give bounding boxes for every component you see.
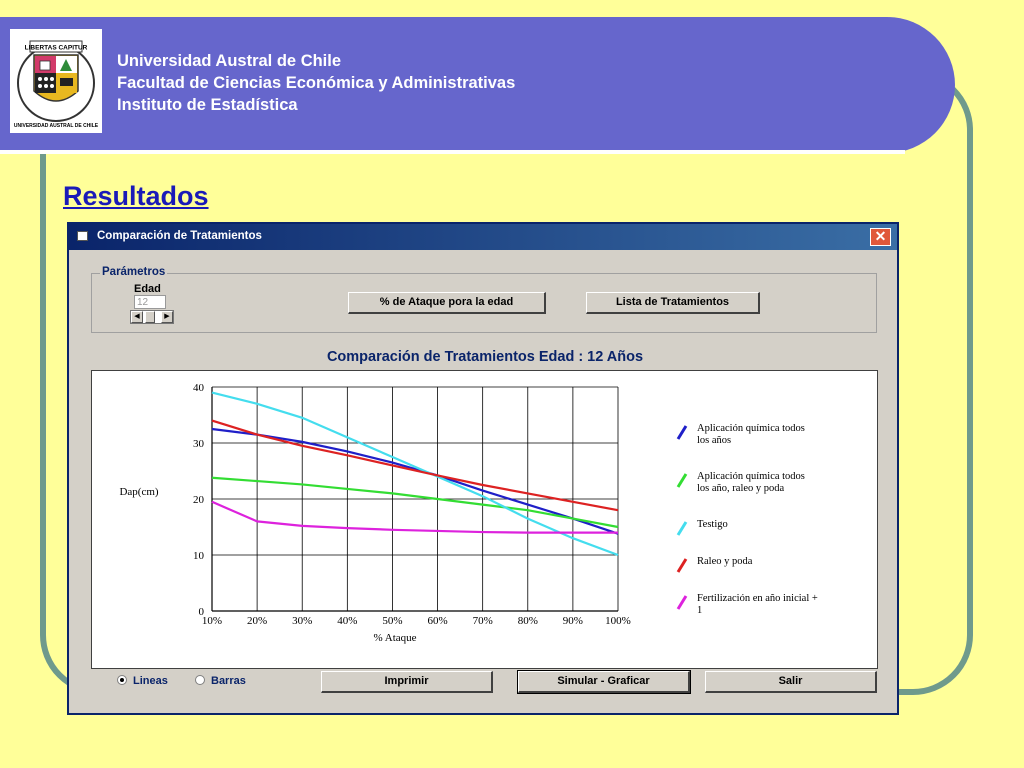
- radio-barras-dot[interactable]: [195, 675, 205, 685]
- svg-text:UNIVERSIDAD AUSTRAL DE CHILE: UNIVERSIDAD AUSTRAL DE CHILE: [14, 123, 99, 129]
- radio-lineas[interactable]: Lineas: [117, 675, 168, 687]
- series-line-2: [211, 476, 619, 529]
- university-seal-icon: LIBERTAS CAPITUR UNIVERSIDAD AUSTRAL DE …: [14, 40, 99, 129]
- legend-label-3: Testigo: [697, 519, 728, 530]
- x-tick-label: 10%: [202, 615, 222, 627]
- radio-barras-label: Barras: [211, 675, 246, 687]
- salir-button[interactable]: Salir: [705, 671, 877, 693]
- legend-label-2: los año, raleo y poda: [697, 483, 785, 494]
- y-axis-label: Dap(cm): [119, 486, 158, 498]
- scroll-left-arrow-icon[interactable]: ◀: [131, 311, 143, 323]
- scroll-right-arrow-icon[interactable]: ▶: [161, 311, 173, 323]
- x-tick-label: 100%: [605, 615, 631, 627]
- edad-field[interactable]: 12: [134, 295, 166, 309]
- header-rule: [0, 150, 905, 154]
- header-text: Universidad Austral de Chile Facultad de…: [117, 50, 515, 116]
- university-name: Universidad Austral de Chile: [117, 52, 342, 70]
- close-icon: ✕: [874, 228, 887, 244]
- legend-label-5: Fertilización en año inicial +: [697, 593, 818, 604]
- svg-text:LIBERTAS CAPITUR: LIBERTAS CAPITUR: [25, 45, 88, 52]
- x-tick-label: 80%: [518, 615, 538, 627]
- line-chart: 01020304010% 20% 30% 40% 50% 60% 70% 80% 90% 100%…: [119, 382, 818, 644]
- legend-swatch-4: [676, 558, 688, 573]
- legend-label-2: Aplicación química todos: [697, 471, 805, 482]
- radio-lineas-dot[interactable]: [117, 675, 127, 685]
- parameters-group: Parámetros Edad 12 ◀ ▶ % de Ataque pora …: [91, 266, 877, 333]
- legend-swatch-3: [676, 521, 688, 536]
- edad-label: Edad: [134, 283, 161, 295]
- scroll-thumb[interactable]: [145, 311, 155, 323]
- radio-barras[interactable]: Barras: [195, 675, 246, 687]
- university-logo: LIBERTAS CAPITUR UNIVERSIDAD AUSTRAL DE …: [10, 29, 102, 133]
- legend-label-4: Raleo y poda: [697, 556, 753, 567]
- simular-graficar-button[interactable]: Simular - Graficar: [517, 670, 691, 694]
- legend-swatch-2: [676, 473, 688, 488]
- series-line-5: [211, 500, 618, 534]
- legend-swatch-1: [676, 425, 688, 440]
- app-window: Comparación de Tratamientos ✕ Parámetros…: [67, 222, 899, 715]
- slide-title: Resultados: [63, 181, 209, 211]
- close-button[interactable]: ✕: [870, 228, 891, 246]
- legend-label-5: 1: [697, 605, 702, 616]
- y-tick-label: 20: [193, 494, 205, 506]
- x-axis-label: % Ataque: [373, 632, 416, 644]
- legend-label-1: los años: [697, 435, 731, 446]
- radio-lineas-label: Lineas: [133, 675, 168, 687]
- y-tick-label: 10: [193, 550, 205, 562]
- y-tick-label: 40: [193, 382, 205, 394]
- x-tick-label: 50%: [382, 615, 402, 627]
- edad-scrollbar[interactable]: ◀ ▶: [130, 310, 174, 324]
- window-titlebar[interactable]: Comparación de Tratamientos ✕: [69, 224, 897, 250]
- x-tick-label: 70%: [473, 615, 493, 627]
- legend-label-1: Aplicación química todos: [697, 423, 805, 434]
- window-title: Comparación de Tratamientos: [97, 230, 262, 242]
- chart-heading: Comparación de Tratamientos Edad : 12 Añ…: [326, 349, 644, 365]
- imprimir-button[interactable]: Imprimir: [321, 671, 493, 693]
- window-icon: [77, 231, 88, 241]
- faculty-name: Facultad de Ciencias Económica y Adminis…: [117, 74, 516, 92]
- institute-name: Instituto de Estadística: [117, 96, 298, 114]
- x-tick-label: 30%: [292, 615, 312, 627]
- x-tick-label: 60%: [427, 615, 447, 627]
- x-tick-label: 20%: [247, 615, 267, 627]
- y-tick-label: 30: [193, 438, 205, 450]
- lista-tratamientos-button[interactable]: Lista de Tratamientos: [586, 292, 760, 314]
- chart-area: 0 10 20 30 40 10% 20% 30% 40% 50% 60% 70% 80% 90% 100%…: [91, 370, 878, 669]
- parameters-legend: Parámetros: [100, 266, 168, 278]
- x-tick-label: 90%: [563, 615, 583, 627]
- ataque-edad-button[interactable]: % de Ataque pora la edad: [348, 292, 546, 314]
- legend-swatch-5: [676, 595, 688, 610]
- x-tick-label: 40%: [337, 615, 357, 627]
